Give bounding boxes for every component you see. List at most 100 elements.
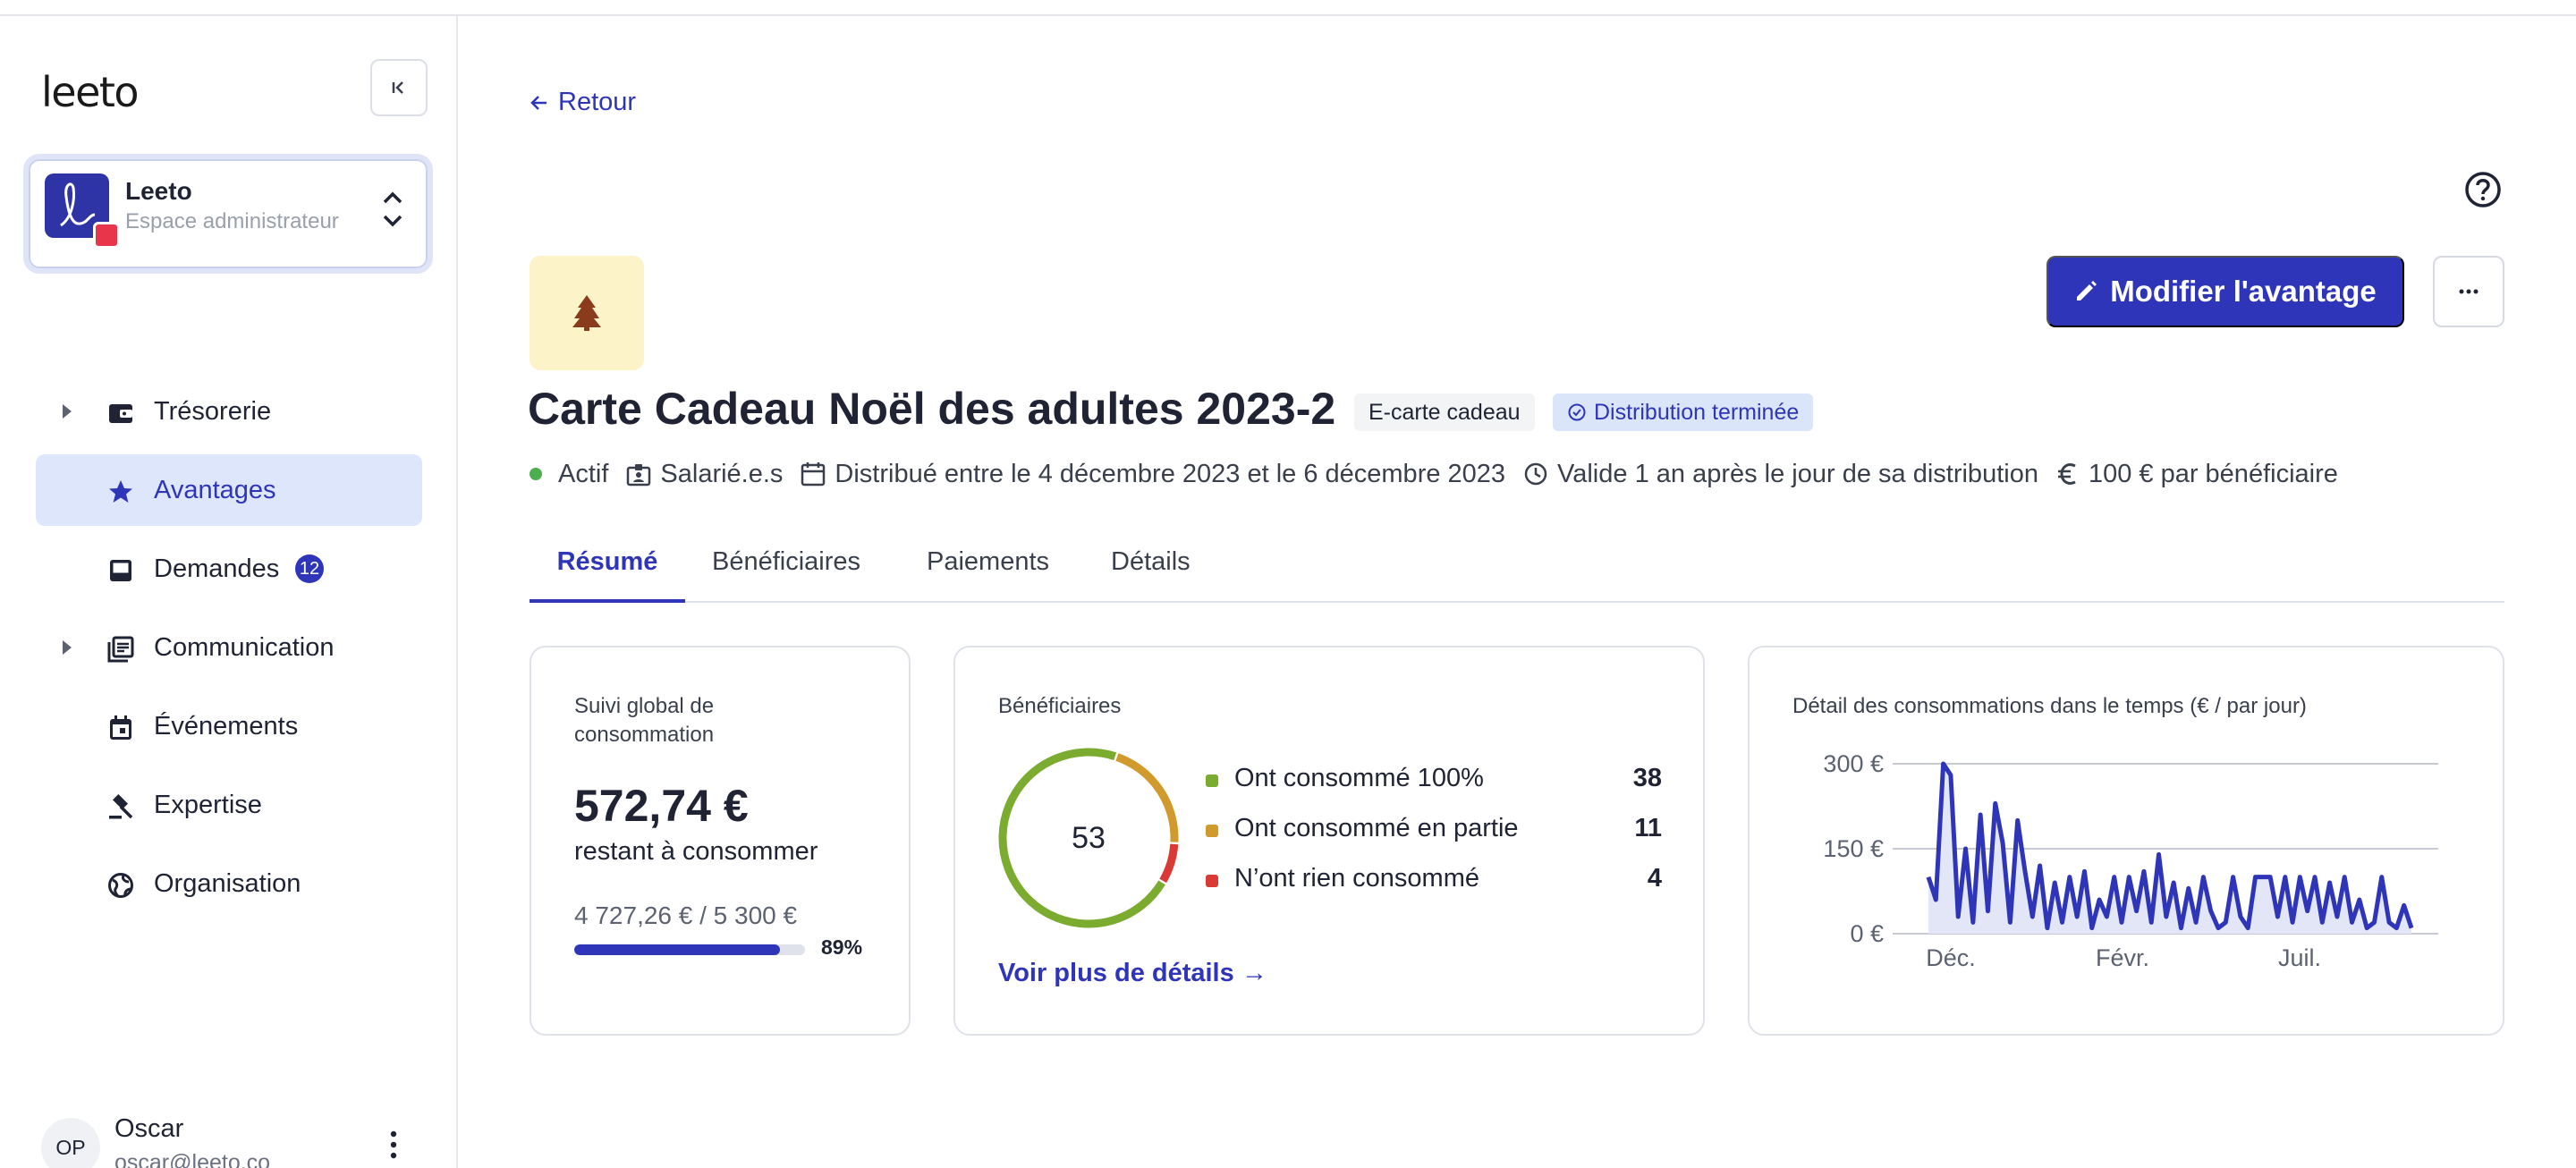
consumption-progress-fill xyxy=(574,944,780,955)
expand-caret-icon[interactable] xyxy=(63,404,72,419)
help-circle-icon[interactable] xyxy=(2463,170,2503,209)
sidebar-item-expertise[interactable]: Expertise xyxy=(36,769,422,841)
clock-icon xyxy=(1524,462,1547,486)
tab-beneficiaires[interactable]: Bénéficiaires xyxy=(712,547,860,603)
sidebar-item-avantages[interactable]: Avantages xyxy=(36,454,422,526)
remaining-amount: 572,74 € xyxy=(574,781,749,831)
consumption-timeline-card: Détail des consommations dans le temps (… xyxy=(1748,646,2504,1036)
collapse-sidebar-button[interactable] xyxy=(370,59,428,116)
beneficiaries-card: Bénéficiaires 53 Ont consommé 100% 38 On… xyxy=(953,646,1705,1036)
leeto-logo[interactable]: leeto xyxy=(41,68,140,116)
card-title: Suivi global de consommation xyxy=(574,694,715,747)
more-actions-button[interactable] xyxy=(2433,256,2504,327)
more-horizontal-icon xyxy=(2459,289,2479,294)
edit-benefit-button[interactable]: Modifier l'avantage xyxy=(2046,256,2404,327)
meta-validity-label: Valide 1 an après le jour de sa distribu… xyxy=(1557,459,2038,488)
user-profile[interactable]: OP Oscar oscar@leeto.co xyxy=(41,1107,426,1168)
euro-icon xyxy=(2057,463,2076,485)
meta-audience: Salarié.e.s xyxy=(626,460,783,489)
page-title: Carte Cadeau Noël des adultes 2023-2 xyxy=(528,384,1336,434)
sidebar-item-label: Avantages xyxy=(154,476,276,504)
meta-amount: 100 € par bénéficiaire xyxy=(2056,460,2338,489)
sidebar-item-tresorerie[interactable]: Trésorerie xyxy=(36,376,422,447)
sidebar-item-demandes[interactable]: Demandes 12 xyxy=(36,533,422,605)
meta-amount-label: 100 € par bénéficiaire xyxy=(2088,459,2338,488)
y-tick-label: 150 € xyxy=(1823,835,1884,862)
sidebar: leeto Leeto Espace administrateur Trésor… xyxy=(0,16,458,1168)
legend-dot-partial xyxy=(1206,825,1218,837)
consumption-percent: 89% xyxy=(821,935,863,959)
consumption-card: Suivi global de consommation 572,74 € re… xyxy=(530,646,911,1036)
inbox-icon xyxy=(110,560,131,581)
active-dot-icon xyxy=(530,468,542,480)
pencil-icon xyxy=(2077,281,2097,300)
meta-status-label: Actif xyxy=(558,459,609,488)
star-icon xyxy=(109,480,132,503)
consumption-progress-bar xyxy=(574,944,805,955)
back-label: Retour xyxy=(558,88,637,116)
meta-distribution: Distribué entre le 4 décembre 2023 et le… xyxy=(801,460,1505,489)
legend-dot-full xyxy=(1206,774,1218,787)
legend-value: 4 xyxy=(1647,864,1662,893)
sidebar-item-label: Demandes xyxy=(154,554,280,583)
org-avatar xyxy=(45,174,120,249)
wallet-icon xyxy=(109,404,132,423)
tab-bar: Résumé Bénéficiaires Paiements Détails xyxy=(530,537,2504,603)
meta-validity: Valide 1 an après le jour de sa distribu… xyxy=(1523,460,2038,489)
calendar-icon xyxy=(801,462,826,487)
sidebar-item-label: Trésorerie xyxy=(154,397,272,426)
type-tag: E-carte cadeau xyxy=(1354,394,1535,431)
expand-caret-icon[interactable] xyxy=(63,640,72,655)
sidebar-item-label: Événements xyxy=(154,712,299,741)
sidebar-nav: Trésorerie Avantages Demandes 12 Communi… xyxy=(36,376,422,927)
chevron-up-down-icon xyxy=(383,191,402,227)
sidebar-item-label: Expertise xyxy=(154,791,262,819)
card-title: Bénéficiaires xyxy=(998,694,1122,718)
remaining-label: restant à consommer xyxy=(574,837,818,866)
back-link[interactable]: Retour xyxy=(530,88,636,117)
newspaper-icon xyxy=(107,636,134,663)
legend-label: N’ont rien consommé xyxy=(1234,864,1479,893)
consumed-ratio: 4 727,26 € / 5 300 € xyxy=(574,901,798,929)
sidebar-item-communication[interactable]: Communication xyxy=(36,612,422,683)
legend-row: Ont consommé 100% 38 xyxy=(1206,764,1662,814)
avatar: OP xyxy=(41,1118,100,1168)
user-name: Oscar xyxy=(114,1114,184,1143)
calendar-icon xyxy=(110,715,131,740)
y-tick-label: 0 € xyxy=(1850,920,1884,947)
tab-details[interactable]: Détails xyxy=(1111,547,1191,603)
org-switcher[interactable]: Leeto Espace administrateur xyxy=(23,154,433,274)
benefit-meta: Actif Salarié.e.s Distribué entre le 4 d… xyxy=(530,454,2356,494)
legend-row: N’ont rien consommé 4 xyxy=(1206,864,1662,914)
tab-paiements[interactable]: Paiements xyxy=(927,547,1049,603)
x-tick-label: Févr. xyxy=(2096,944,2149,971)
donut-segment-none xyxy=(1159,843,1179,884)
sidebar-item-organisation[interactable]: Organisation xyxy=(36,848,422,919)
user-email: oscar@leeto.co xyxy=(114,1150,271,1168)
legend-dot-none xyxy=(1206,875,1218,887)
benefit-icon xyxy=(530,256,644,370)
legend-label: Ont consommé 100% xyxy=(1234,764,1484,792)
id-badge-icon xyxy=(627,464,651,487)
tab-resume[interactable]: Résumé xyxy=(530,547,685,603)
beneficiaries-legend: Ont consommé 100% 38 Ont consommé en par… xyxy=(1206,764,1662,914)
org-subtitle: Espace administrateur xyxy=(125,209,339,233)
kebab-menu-icon[interactable] xyxy=(383,1127,404,1163)
sidebar-item-label: Organisation xyxy=(154,869,301,898)
check-circle-icon xyxy=(1568,403,1586,421)
status-badge-label: Distribution terminée xyxy=(1594,399,1800,425)
x-tick-label: Déc. xyxy=(1926,944,1976,971)
edit-benefit-label: Modifier l'avantage xyxy=(2110,275,2377,308)
meta-status: Actif xyxy=(530,460,608,489)
meta-distribution-label: Distribué entre le 4 décembre 2023 et le… xyxy=(835,459,1506,488)
y-tick-label: 300 € xyxy=(1823,750,1884,777)
sidebar-item-evenements[interactable]: Événements xyxy=(36,690,422,762)
details-link-label: Voir plus de détails xyxy=(998,959,1234,987)
legend-row: Ont consommé en partie 11 xyxy=(1206,814,1662,864)
donut-segment-partial xyxy=(1115,753,1179,842)
see-more-details-link[interactable]: Voir plus de détails → xyxy=(998,959,1267,988)
legend-value: 38 xyxy=(1632,764,1662,792)
meta-audience-label: Salarié.e.s xyxy=(660,459,784,488)
arrow-right-icon: → xyxy=(1241,959,1267,987)
donut-total: 53 xyxy=(1072,821,1106,855)
